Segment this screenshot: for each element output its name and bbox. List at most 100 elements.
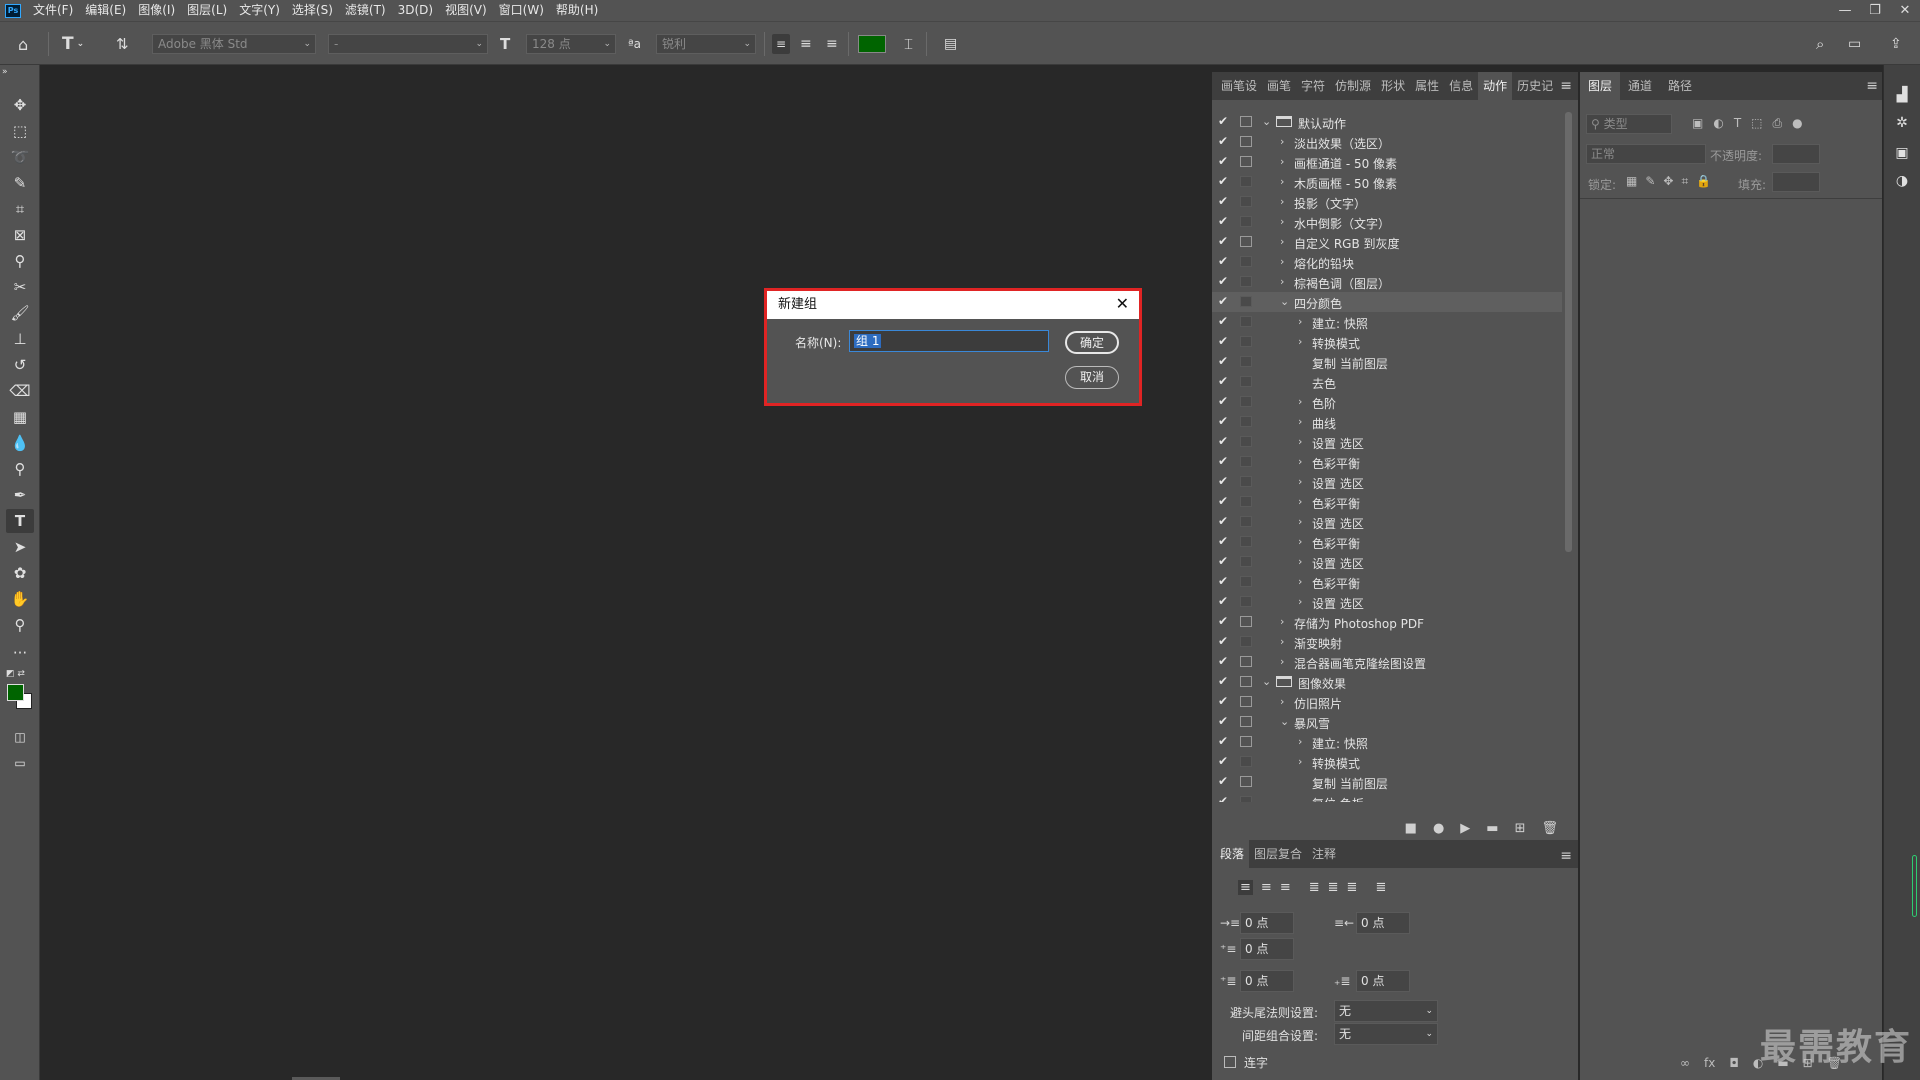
toggle-check-icon[interactable]: ✔: [1218, 634, 1228, 648]
home-icon[interactable]: ⌂: [18, 22, 38, 66]
tab-layer-comps[interactable]: 图层复合: [1249, 840, 1307, 868]
dialog-toggle-icon[interactable]: [1240, 796, 1252, 802]
blur-tool-icon[interactable]: 💧: [6, 431, 34, 455]
expand-chevron-icon[interactable]: ›: [1280, 155, 1284, 168]
toggle-check-icon[interactable]: ✔: [1218, 154, 1228, 168]
filter-toggle-icon[interactable]: ●: [1792, 116, 1802, 131]
tab-paragraph[interactable]: 段落: [1212, 840, 1250, 868]
action-row[interactable]: ✔ › 设置 选区: [1212, 512, 1562, 532]
dialog-toggle-icon[interactable]: [1240, 476, 1252, 487]
new-action-icon[interactable]: ⊞: [1515, 821, 1526, 836]
restore-button[interactable]: ❐: [1860, 0, 1890, 21]
action-row[interactable]: ✔ › 建立: 快照: [1212, 312, 1562, 332]
expand-chevron-icon[interactable]: ›: [1280, 615, 1284, 628]
cancel-button[interactable]: 取消: [1065, 366, 1119, 389]
expand-chevron-icon[interactable]: ›: [1298, 595, 1302, 608]
layer-filter-select[interactable]: ⚲ 类型: [1586, 114, 1672, 134]
toggle-check-icon[interactable]: ✔: [1218, 454, 1228, 468]
eyedropper-tool-icon[interactable]: ⚲: [6, 249, 34, 273]
expand-chevron-icon[interactable]: ›: [1298, 515, 1302, 528]
toggle-check-icon[interactable]: ✔: [1218, 194, 1228, 208]
blend-mode-select[interactable]: 正常: [1586, 144, 1706, 164]
indent-right-input[interactable]: 0 点: [1356, 912, 1410, 934]
action-row[interactable]: ✔ ⌄ 暴风雪: [1212, 712, 1562, 732]
toggle-check-icon[interactable]: ✔: [1218, 474, 1228, 488]
toggle-check-icon[interactable]: ✔: [1218, 694, 1228, 708]
menu-view[interactable]: 视图(V): [439, 0, 493, 21]
collapse-chevron-icon[interactable]: ⌄: [1280, 715, 1289, 728]
dialog-toggle-icon[interactable]: [1240, 316, 1252, 327]
tab-shapes[interactable]: 形状: [1376, 72, 1410, 100]
expand-chevron-icon[interactable]: ›: [1280, 195, 1284, 208]
justify-right-icon[interactable]: ≡: [1280, 880, 1291, 895]
action-row[interactable]: ✔ › 投影（文字）: [1212, 192, 1562, 212]
filter-smart-object-icon[interactable]: ⎙: [1773, 116, 1783, 131]
justify-last-left-icon[interactable]: ≣: [1309, 880, 1320, 895]
action-row[interactable]: ✔ › 曲线: [1212, 412, 1562, 432]
close-window-button[interactable]: ✕: [1890, 0, 1920, 21]
expand-chevron-icon[interactable]: ›: [1298, 315, 1302, 328]
toggle-check-icon[interactable]: ✔: [1218, 574, 1228, 588]
tab-history[interactable]: 历史记: [1512, 72, 1558, 100]
dodge-tool-icon[interactable]: ⚲: [6, 457, 34, 481]
search-icon[interactable]: ⌕: [1816, 22, 1824, 66]
menu-window[interactable]: 窗口(W): [493, 0, 550, 21]
screen-mode-icon[interactable]: ▭: [6, 751, 34, 775]
toggle-text-orientation-icon[interactable]: ⇅: [116, 22, 129, 66]
toggle-check-icon[interactable]: ✔: [1218, 654, 1228, 668]
lock-position-icon[interactable]: ✥: [1663, 174, 1673, 189]
expand-chevron-icon[interactable]: ›: [1280, 135, 1284, 148]
histogram-icon[interactable]: ▟: [1892, 87, 1912, 107]
share-icon[interactable]: ⇪: [1890, 22, 1902, 66]
expand-chevron-icon[interactable]: ›: [1298, 415, 1302, 428]
action-row[interactable]: ✔ 复位 色板: [1212, 792, 1562, 802]
navigator-icon[interactable]: ✲: [1892, 115, 1912, 135]
layer-style-icon[interactable]: fx: [1704, 1056, 1715, 1070]
toggle-check-icon[interactable]: ✔: [1218, 614, 1228, 628]
action-row[interactable]: ✔ › 画框通道 - 50 像素: [1212, 152, 1562, 172]
justify-last-center-icon[interactable]: ≣: [1328, 880, 1339, 895]
align-right-icon[interactable]: ≡: [826, 22, 838, 66]
dialog-toggle-icon[interactable]: [1240, 376, 1252, 387]
toggle-check-icon[interactable]: ✔: [1218, 554, 1228, 568]
font-size-select[interactable]: 128 点 ⌄: [526, 34, 616, 54]
toggle-check-icon[interactable]: ✔: [1218, 434, 1228, 448]
toggle-check-icon[interactable]: ✔: [1218, 334, 1228, 348]
expand-chevron-icon[interactable]: ›: [1280, 695, 1284, 708]
play-icon[interactable]: ▶: [1460, 821, 1470, 836]
dialog-toggle-icon[interactable]: [1240, 656, 1252, 667]
quick-mask-icon[interactable]: ◫: [6, 725, 34, 749]
healing-brush-tool-icon[interactable]: ✂: [6, 275, 34, 299]
action-row[interactable]: ✔ › 色彩平衡: [1212, 492, 1562, 512]
menu-filter[interactable]: 滤镜(T): [339, 0, 392, 21]
align-left-icon[interactable]: ≡: [772, 34, 790, 54]
justify-center-icon[interactable]: ≡: [1261, 880, 1272, 895]
tab-notes[interactable]: 注释: [1307, 840, 1341, 868]
menu-layer[interactable]: 图层(L): [181, 0, 233, 21]
frame-tool-icon[interactable]: ⊠: [6, 223, 34, 247]
toggle-check-icon[interactable]: ✔: [1218, 174, 1228, 188]
eraser-tool-icon[interactable]: ⌫: [6, 379, 34, 403]
lock-all-icon[interactable]: 🔒: [1696, 174, 1711, 189]
lock-pixels-icon[interactable]: ✎: [1645, 174, 1655, 189]
filter-pixel-icon[interactable]: ▣: [1692, 116, 1703, 131]
dialog-toggle-icon[interactable]: [1240, 296, 1252, 307]
expand-chevron-icon[interactable]: ›: [1280, 175, 1284, 188]
tab-actions[interactable]: 动作: [1478, 72, 1513, 100]
dialog-toggle-icon[interactable]: [1240, 136, 1252, 147]
dialog-toggle-icon[interactable]: [1240, 196, 1252, 207]
toggle-check-icon[interactable]: ✔: [1218, 494, 1228, 508]
adjustments-icon[interactable]: ◑: [1892, 173, 1912, 193]
dialog-toggle-icon[interactable]: [1240, 756, 1252, 767]
tab-character[interactable]: 字符: [1296, 72, 1330, 100]
workspace-icon[interactable]: ▭: [1848, 22, 1861, 66]
justify-all-icon[interactable]: ≣: [1375, 880, 1386, 895]
hand-tool-icon[interactable]: ✋: [6, 587, 34, 611]
action-set-row[interactable]: ✔ ⌄ 图像效果: [1212, 672, 1562, 692]
toggle-check-icon[interactable]: ✔: [1218, 674, 1228, 688]
dialog-toggle-icon[interactable]: [1240, 176, 1252, 187]
menu-type[interactable]: 文字(Y): [233, 0, 286, 21]
toggle-check-icon[interactable]: ✔: [1218, 114, 1228, 128]
expand-chevron-icon[interactable]: ›: [1298, 495, 1302, 508]
toggle-check-icon[interactable]: ✔: [1218, 274, 1228, 288]
